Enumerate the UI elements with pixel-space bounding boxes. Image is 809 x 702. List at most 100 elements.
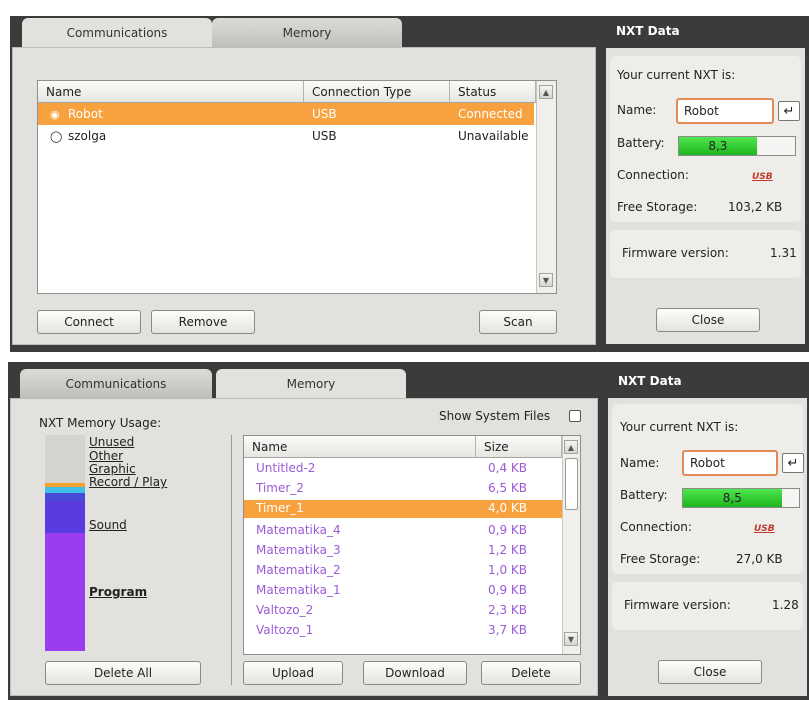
tab-memory[interactable]: Memory — [216, 369, 406, 399]
download-button[interactable]: Download — [363, 661, 467, 685]
scroll-up-icon[interactable]: ▲ — [564, 440, 578, 454]
file-size: 3,7 KB — [488, 623, 527, 637]
usage-label-other: Other — [89, 449, 124, 463]
file-name: Valtozo_2 — [256, 603, 314, 617]
radio-icon: ◉ — [50, 107, 60, 121]
nxt-list: Name Connection Type Status ◉ Robot USB … — [37, 80, 557, 294]
file-size: 4,0 KB — [488, 501, 527, 515]
enter-icon[interactable]: ↵ — [782, 453, 804, 473]
file-size: 1,0 KB — [488, 563, 527, 577]
scroll-thumb[interactable] — [565, 458, 578, 510]
usb-icon: USB — [752, 172, 773, 182]
file-name: Matematika_2 — [256, 563, 341, 577]
column-name-header[interactable]: Name — [244, 436, 476, 458]
free-storage-value: 103,2 KB — [728, 200, 783, 214]
row-connection-type: USB — [312, 129, 337, 143]
scroll-up-icon[interactable]: ▲ — [539, 85, 553, 99]
connection-label: Connection: — [620, 520, 692, 534]
file-list: Name Size Untitled-2 0,4 KB Timer_2 6,5 KB… — [243, 435, 581, 655]
tab-communications[interactable]: Communications — [22, 18, 212, 48]
show-system-files-checkbox[interactable] — [569, 410, 581, 422]
tab-communications[interactable]: Communications — [20, 369, 212, 399]
radio-icon: ◯ — [50, 129, 63, 143]
file-row-valtozo-2[interactable]: Valtozo_2 2,3 KB — [244, 602, 562, 620]
row-status: Unavailable — [458, 129, 529, 143]
nxt-info-box: Your current NXT is: Name: Robot ↵ Batte… — [612, 404, 804, 574]
file-row-untitled-2[interactable]: Untitled-2 0,4 KB — [244, 460, 562, 478]
upload-button[interactable]: Upload — [243, 661, 343, 685]
connect-button[interactable]: Connect — [37, 310, 141, 334]
battery-value: 8,5 — [722, 491, 742, 505]
file-name: Matematika_1 — [256, 583, 341, 597]
battery-label: Battery: — [617, 136, 665, 150]
file-name: Untitled-2 — [256, 461, 316, 475]
column-name-header[interactable]: Name — [38, 81, 304, 103]
row-status: Connected — [458, 107, 523, 121]
file-row-valtozo-1[interactable]: Valtozo_1 3,7 KB — [244, 622, 562, 640]
file-row-timer-2[interactable]: Timer_2 6,5 KB — [244, 480, 562, 498]
memory-usage-bar — [45, 435, 85, 651]
battery-value: 8,3 — [708, 139, 728, 153]
file-name: Matematika_4 — [256, 523, 341, 537]
tab-memory[interactable]: Memory — [212, 18, 402, 48]
free-storage-label: Free Storage: — [620, 552, 701, 566]
file-size: 0,9 KB — [488, 583, 527, 597]
usage-label-program: Program — [89, 585, 148, 599]
file-row-matematika-2[interactable]: Matematika_2 1,0 KB — [244, 562, 562, 580]
file-size: 2,3 KB — [488, 603, 527, 617]
firmware-label: Firmware version: — [622, 246, 729, 260]
usb-icon: USB — [754, 524, 775, 534]
firmware-value: 1.28 — [772, 598, 799, 612]
file-name: Matematika_3 — [256, 543, 341, 557]
usage-program — [45, 533, 85, 651]
column-size-header[interactable]: Size — [476, 436, 562, 458]
column-status-header[interactable]: Status — [450, 81, 536, 103]
scan-button[interactable]: Scan — [479, 310, 557, 334]
row-name: szolga — [68, 129, 107, 143]
scroll-down-icon[interactable]: ▼ — [539, 273, 553, 287]
nxt-name-field[interactable]: Robot — [682, 450, 778, 476]
current-nxt-label: Your current NXT is: — [617, 68, 736, 82]
nxt-data-panel: Your current NXT is: Name: Robot ↵ Batte… — [606, 48, 805, 344]
usage-label-record-play: Record / Play — [89, 475, 168, 489]
scroll-down-icon[interactable]: ▼ — [564, 632, 578, 646]
connection-label: Connection: — [617, 168, 689, 182]
remove-button[interactable]: Remove — [151, 310, 255, 334]
list-row-robot[interactable]: ◉ Robot USB Connected — [38, 103, 534, 125]
memory-panel: NXT Memory Usage: Unused Other Graphic R… — [10, 398, 598, 696]
file-size: 0,4 KB — [488, 461, 527, 475]
usage-label-sound: Sound — [89, 518, 127, 532]
file-row-matematika-1[interactable]: Matematika_1 0,9 KB — [244, 582, 562, 600]
file-row-matematika-4[interactable]: Matematika_4 0,9 KB — [244, 522, 562, 540]
close-button[interactable]: Close — [656, 308, 760, 332]
column-connection-type-header[interactable]: Connection Type — [304, 81, 450, 103]
free-storage-label: Free Storage: — [617, 200, 698, 214]
name-label: Name: — [620, 456, 660, 470]
row-connection-type: USB — [312, 107, 337, 121]
file-row-timer-1[interactable]: Timer_1 4,0 KB — [244, 500, 562, 518]
battery-meter: 8,5 — [682, 488, 800, 508]
current-nxt-label: Your current NXT is: — [620, 420, 739, 434]
list-row-szolga[interactable]: ◯ szolga USB Unavailable — [38, 125, 534, 147]
battery-label: Battery: — [620, 488, 668, 502]
name-label: Name: — [617, 103, 657, 117]
list-scrollbar[interactable]: ▲ ▼ — [536, 81, 556, 293]
delete-button[interactable]: Delete — [481, 661, 581, 685]
close-button[interactable]: Close — [658, 660, 762, 684]
file-size: 1,2 KB — [488, 543, 527, 557]
communications-panel: Name Connection Type Status ◉ Robot USB … — [12, 47, 596, 345]
show-system-files-label: Show System Files — [439, 409, 551, 423]
file-list-scrollbar[interactable]: ▲ ▼ — [562, 436, 580, 654]
enter-icon[interactable]: ↵ — [778, 101, 800, 121]
firmware-label: Firmware version: — [624, 598, 731, 612]
file-row-matematika-3[interactable]: Matematika_3 1,2 KB — [244, 542, 562, 560]
file-name: Timer_1 — [256, 501, 304, 515]
free-storage-value: 27,0 KB — [736, 552, 783, 566]
delete-all-button[interactable]: Delete All — [45, 661, 201, 685]
nxt-data-panel: Your current NXT is: Name: Robot ↵ Batte… — [608, 398, 807, 696]
file-name: Valtozo_1 — [256, 623, 314, 637]
nxt-name-field[interactable]: Robot — [676, 98, 774, 124]
usage-label-graphic: Graphic — [89, 462, 136, 476]
usage-unused — [45, 435, 85, 483]
usage-sound — [45, 501, 85, 533]
